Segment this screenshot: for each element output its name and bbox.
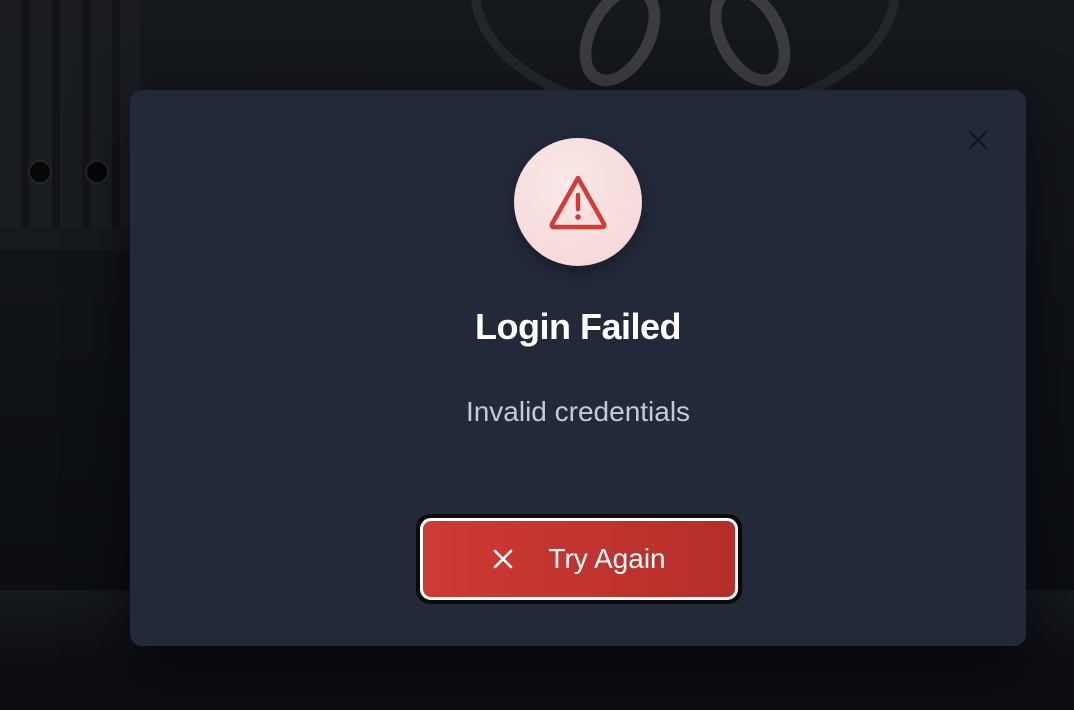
background-hole — [28, 160, 52, 184]
try-again-button[interactable]: Try Again — [416, 514, 742, 604]
close-button[interactable] — [964, 126, 992, 154]
x-icon — [494, 549, 513, 569]
close-icon — [968, 130, 988, 150]
warning-icon-badge — [514, 138, 642, 266]
dialog-title: Login Failed — [475, 306, 682, 347]
try-again-button-body[interactable]: Try Again — [420, 518, 738, 600]
background-shelf-edge — [0, 228, 140, 250]
error-dialog: Login Failed Invalid credentials Try Aga… — [130, 90, 1026, 646]
background-hole — [85, 160, 109, 184]
background-shelf — [0, 0, 140, 240]
warning-triangle-icon — [549, 175, 607, 230]
dialog-message: Invalid credentials — [465, 396, 691, 427]
try-again-label: Try Again — [548, 543, 666, 574]
